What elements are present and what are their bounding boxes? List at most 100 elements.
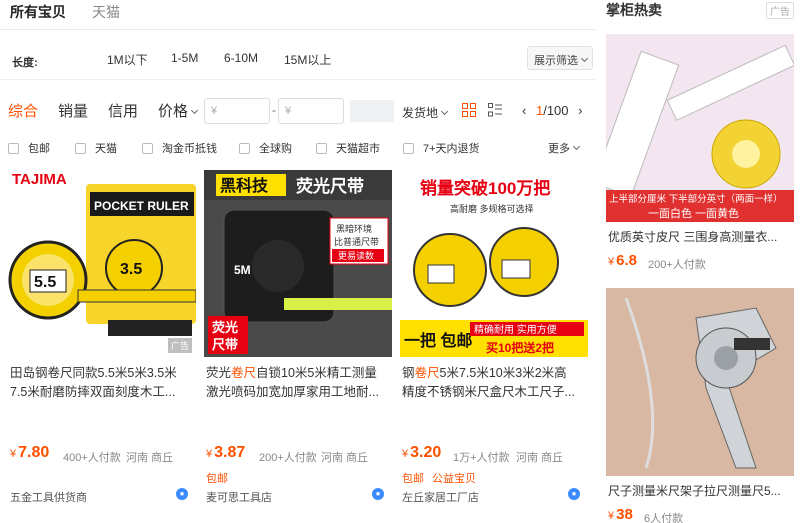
product-price: ¥3.20 (402, 444, 441, 462)
sort-price[interactable]: 价格 (158, 100, 199, 121)
product-title[interactable]: 田岛钢卷尺同款5.5米5米3.5米 7.5米耐磨防摔双面刻度木工... (10, 364, 194, 404)
length-option-1-5m[interactable]: 1-5M (171, 51, 198, 65)
ad-badge: 广告 (167, 338, 192, 353)
sidebar-item-image[interactable]: 上半部分厘米 下半部分英寸（两面一样） 一面白色 一面黄色 (606, 34, 794, 222)
sidebar-item-image[interactable] (606, 288, 794, 476)
svg-text:荧光尺带: 荧光尺带 (296, 176, 364, 196)
filter-label: 淘金币抵钱 (162, 143, 217, 155)
shop-name[interactable]: 麦可思工具店 (206, 489, 272, 505)
free-shipping-tag: 包邮 (206, 473, 228, 485)
svg-text:上半部分厘米 下半部分英寸（两面一样）: 上半部分厘米 下半部分英寸（两面一样） (609, 193, 783, 205)
length-option-6-10m[interactable]: 6-10M (224, 51, 258, 65)
filter-tmall[interactable]: 天猫 (75, 140, 117, 156)
checkbox[interactable] (75, 143, 86, 154)
sales-count: 1万+人付款 (453, 452, 510, 464)
ship-from-label: 发货地 (402, 106, 439, 120)
free-shipping-tag: 包邮 (402, 473, 424, 485)
sidebar-item-price: ¥6.8 (608, 252, 637, 269)
location: 河南 商丘 (126, 452, 174, 464)
sort-price-label: 价格 (158, 103, 189, 120)
filter-7day-return[interactable]: 7+天内退货 (403, 140, 480, 156)
product-price: ¥3.87 (206, 444, 245, 462)
length-filter-label: 长度: (12, 57, 38, 69)
svg-text:一把 包邮: 一把 包邮 (404, 331, 472, 350)
title-highlight: 卷尺 (414, 366, 440, 380)
price-max-input[interactable]: ¥ (278, 98, 344, 124)
checkbox[interactable] (142, 143, 153, 154)
svg-text:黑科技: 黑科技 (220, 176, 269, 195)
sidebar-item[interactable]: 尺子测量米尺架子拉尺测量尺5... ¥38 6人付款 (606, 288, 794, 523)
tab-all-items[interactable]: 所有宝贝 (10, 2, 66, 22)
title-text: 钢 (402, 366, 415, 380)
filter-label: 7+天内退货 (423, 143, 480, 155)
price-confirm-placeholder[interactable] (350, 100, 394, 122)
chat-icon[interactable]: ● (568, 488, 580, 500)
svg-text:3.5: 3.5 (120, 261, 142, 278)
price-value: 7.80 (18, 444, 50, 461)
sidebar-title: 掌柜热卖 (606, 2, 662, 18)
product-image[interactable]: 黑科技 荧光尺带 5M 黑暗环境 比普通尺带 更易读数 荧光 尺带 (204, 170, 392, 357)
more-filters[interactable]: 更多 (548, 140, 581, 156)
filter-label: 天猫超市 (336, 143, 380, 155)
checkbox[interactable] (239, 143, 250, 154)
more-label: 更多 (548, 143, 570, 155)
sidebar-item-title[interactable]: 尺子测量米尺架子拉尺测量尺5... (608, 482, 792, 499)
ship-from-dropdown[interactable]: 发货地 (402, 104, 449, 121)
title-text: 5米7.5米10米3米2米高 (439, 366, 567, 380)
sort-sales[interactable]: 销量 (58, 100, 88, 121)
sort-default[interactable]: 综合 (8, 100, 38, 121)
currency-symbol: ¥ (608, 256, 615, 268)
checkbox[interactable] (8, 143, 19, 154)
product-image[interactable]: TAJIMA POCKET RULER 5.5 3.5 广告 (8, 170, 196, 357)
pager: ‹ 1/100 › (522, 103, 582, 118)
length-option-over-15m[interactable]: 15M以上 (284, 51, 331, 68)
product-card[interactable]: 黑科技 荧光尺带 5M 黑暗环境 比普通尺带 更易读数 荧光 尺带 荧光卷尺自锁… (204, 170, 394, 510)
shop-name[interactable]: 左丘家居工厂店 (402, 489, 479, 505)
svg-text:5M: 5M (234, 263, 251, 277)
sidebar-item-title[interactable]: 优质英寸皮尺 三围身高测量衣... (608, 228, 792, 245)
filter-global[interactable]: 全球购 (239, 140, 292, 156)
currency-symbol: ¥ (10, 448, 17, 460)
filter-free-shipping[interactable]: 包邮 (8, 140, 50, 156)
location: 河南 商丘 (321, 452, 369, 464)
tape-measure-image: 销量突破100万把 高耐磨 多规格可选择 一把 包邮 精确耐用 实用方便 买10… (400, 170, 588, 357)
filter-tmall-super[interactable]: 天猫超市 (316, 140, 380, 156)
checkbox[interactable] (316, 143, 327, 154)
list-view-icon[interactable] (488, 103, 502, 117)
length-option-under-1m[interactable]: 1M以下 (107, 51, 148, 68)
grid-view-icon[interactable] (462, 103, 476, 117)
svg-text:一面白色 一面黄色: 一面白色 一面黄色 (648, 206, 739, 220)
svg-text:高耐磨 多规格可选择: 高耐磨 多规格可选择 (450, 203, 534, 214)
price-min-input[interactable]: ¥ (204, 98, 270, 124)
title-highlight: 卷尺 (231, 366, 257, 380)
next-page-icon[interactable]: › (578, 103, 582, 118)
product-image[interactable]: 销量突破100万把 高耐磨 多规格可选择 一把 包邮 精确耐用 实用方便 买10… (400, 170, 588, 357)
sidebar-item[interactable]: 上半部分厘米 下半部分英寸（两面一样） 一面白色 一面黄色 优质英寸皮尺 三围身… (606, 34, 794, 274)
product-card[interactable]: TAJIMA POCKET RULER 5.5 3.5 广告 田岛钢卷尺同款5.… (8, 170, 198, 510)
shop-name[interactable]: 五金工具供货商 (10, 489, 87, 505)
chevron-down-icon (190, 106, 199, 115)
tape-measure-image: 黑科技 荧光尺带 5M 黑暗环境 比普通尺带 更易读数 荧光 尺带 (204, 170, 392, 357)
prev-page-icon[interactable]: ‹ (522, 103, 526, 118)
svg-text:买10把送2把: 买10把送2把 (486, 340, 554, 355)
chevron-down-icon (572, 142, 581, 151)
title-text: 荧光 (206, 366, 232, 380)
product-title[interactable]: 钢卷尺5米7.5米10米3米2米高 精度不锈钢米尺盒尺木工尺子... (402, 364, 586, 404)
product-title[interactable]: 荧光卷尺自锁10米5米精工测量 激光喷码加宽加厚家用工地耐... (206, 364, 390, 404)
filter-coins[interactable]: 淘金币抵钱 (142, 140, 217, 156)
tape-measure-image: TAJIMA POCKET RULER 5.5 3.5 (8, 170, 196, 357)
filter-label: 全球购 (259, 143, 292, 155)
result-tabs: 所有宝贝 天猫 (0, 0, 596, 30)
sort-credit[interactable]: 信用 (108, 100, 138, 121)
product-card[interactable]: 销量突破100万把 高耐磨 多规格可选择 一把 包邮 精确耐用 实用方便 买10… (400, 170, 590, 510)
length-filter-row: 长度: 1M以下 1-5M 6-10M 15M以上 展示筛选 (0, 38, 596, 80)
soft-tape-measure-image: 上半部分厘米 下半部分英寸（两面一样） 一面白色 一面黄色 (606, 34, 794, 222)
chat-icon[interactable]: ● (372, 488, 384, 500)
tab-tmall[interactable]: 天猫 (92, 2, 120, 22)
chat-icon[interactable]: ● (176, 488, 188, 500)
currency-symbol: ¥ (608, 510, 615, 522)
checkbox[interactable] (403, 143, 414, 154)
title-text: 田岛钢卷尺同款5.5米5米3.5米 (10, 366, 177, 380)
expand-filter-button[interactable]: 展示筛选 (527, 46, 593, 70)
sidebar-item-sales: 200+人付款 (648, 259, 706, 271)
